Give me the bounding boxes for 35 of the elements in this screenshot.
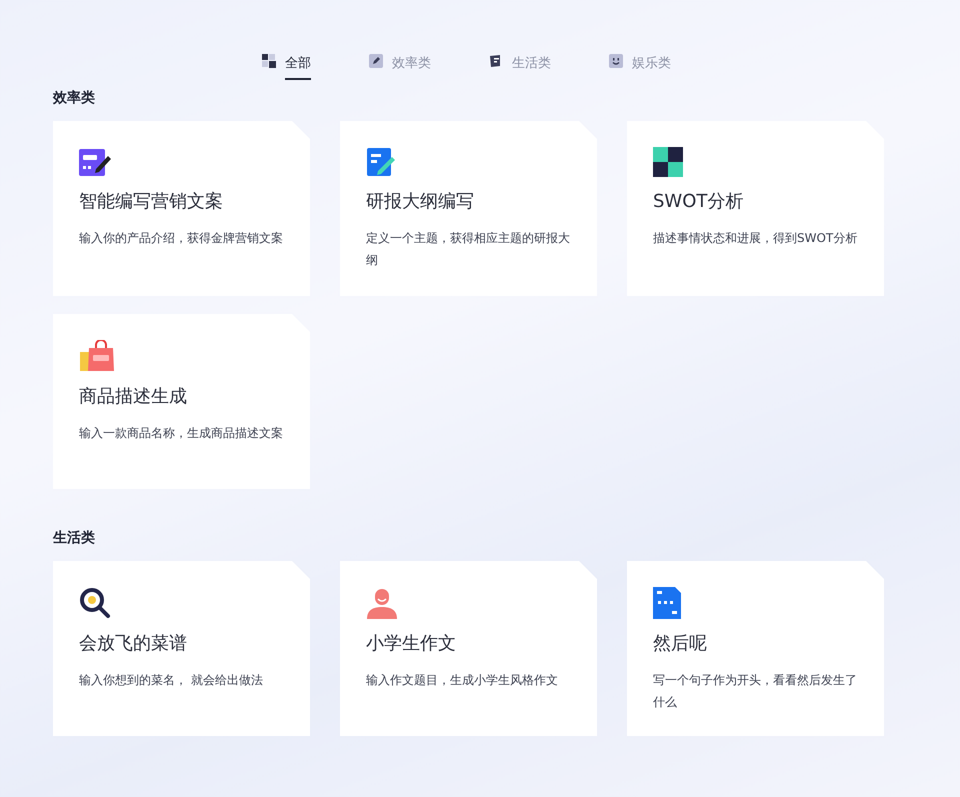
card-description: 输入你想到的菜名， 就会给出做法 (79, 672, 264, 689)
card-title: SWOT分析 (653, 190, 744, 213)
magnifier-egg-icon (79, 587, 111, 619)
tool-card[interactable]: 然后呢 写一个句子作为开头，看看然后发生了什么 (627, 561, 884, 736)
card-description: 输入你的产品介绍，获得金牌营销文案 (79, 230, 284, 247)
tool-card[interactable]: 研报大纲编写 定义一个主题，获得相应主题的研报大纲 (340, 121, 597, 296)
grid-icon (262, 54, 276, 68)
section-title: 效率类 (53, 89, 96, 107)
tool-card[interactable]: 小学生作文 输入作文题目，生成小学生风格作文 (340, 561, 597, 736)
outline-doc-icon (366, 147, 396, 177)
card-description: 写一个句子作为开头，看看然后发生了什么 (653, 672, 858, 711)
advert-pen-icon (79, 147, 113, 177)
tool-card[interactable]: SWOT分析 描述事情状态和进展，得到SWOT分析 (627, 121, 884, 296)
tool-card[interactable]: 会放飞的菜谱 输入你想到的菜名， 就会给出做法 (53, 561, 310, 736)
document-icon (489, 54, 503, 68)
card-title: 小学生作文 (366, 632, 457, 655)
shopping-bag-icon (79, 340, 115, 372)
card-title: 商品描述生成 (79, 385, 188, 408)
card-description: 描述事情状态和进展，得到SWOT分析 (653, 230, 858, 247)
category-tab[interactable]: 全部 (262, 43, 311, 77)
person-icon (366, 587, 398, 619)
pencil-icon (369, 54, 383, 68)
tool-card[interactable]: 智能编写营销文案 输入你的产品介绍，获得金牌营销文案 (53, 121, 310, 296)
quote-card-icon (653, 587, 681, 619)
swot-grid-icon (653, 147, 683, 177)
tool-card[interactable]: 商品描述生成 输入一款商品名称，生成商品描述文案 (53, 314, 310, 489)
card-title: 智能编写营销文案 (79, 190, 224, 213)
card-description: 定义一个主题，获得相应主题的研报大纲 (366, 230, 571, 269)
card-description: 输入一款商品名称，生成商品描述文案 (79, 425, 284, 442)
card-description: 输入作文题目，生成小学生风格作文 (366, 672, 559, 689)
card-title: 会放飞的菜谱 (79, 632, 188, 655)
card-title: 研报大纲编写 (366, 190, 475, 213)
smiley-icon (609, 54, 623, 68)
section-title: 生活类 (53, 529, 96, 547)
card-title: 然后呢 (653, 632, 708, 655)
